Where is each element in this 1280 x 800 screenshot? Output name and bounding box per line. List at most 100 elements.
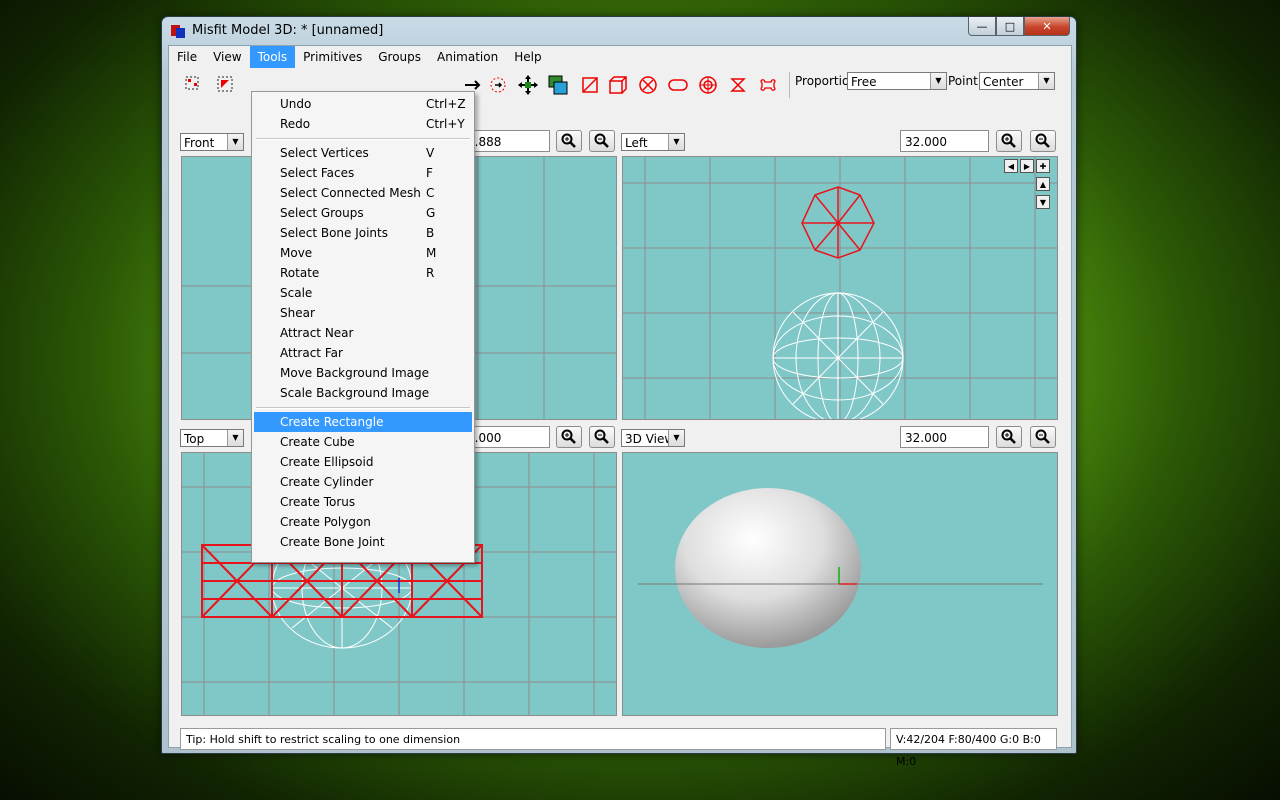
menu-item-select-faces[interactable]: Select Faces F [254, 163, 472, 183]
zoom-out-icon [594, 133, 609, 148]
pan-down-button[interactable]: ▼ [1036, 195, 1050, 209]
left-viewport[interactable]: ◀ ▶ ✚ ▲ ▼ [622, 156, 1058, 420]
menu-help[interactable]: Help [506, 46, 549, 68]
front-zoom-in-button[interactable] [556, 130, 582, 152]
left-zoom-field[interactable]: 32.000 [900, 130, 989, 152]
chevron-down-icon: ▼ [1038, 73, 1054, 89]
left-zoom-out-button[interactable] [1030, 130, 1056, 152]
front-view-select[interactable]: Front ▼ [180, 133, 244, 151]
3d-zoom-in-button[interactable] [996, 426, 1022, 448]
move-4way-icon[interactable] [517, 74, 539, 96]
top-zoom-field[interactable]: 2.000 [462, 426, 550, 448]
menu-view[interactable]: View [205, 46, 249, 68]
menu-item-select-bone-joints[interactable]: Select Bone Joints B [254, 223, 472, 243]
arrow-right-icon: ▶ [1023, 161, 1031, 171]
select-vertices-label: Select Vertices [280, 146, 369, 160]
select-faces-icon[interactable] [215, 74, 237, 96]
left-zoom-in-button[interactable] [996, 130, 1022, 152]
menu-item-select-groups[interactable]: Select Groups G [254, 203, 472, 223]
menu-item-rotate[interactable]: Rotate R [254, 263, 472, 283]
create-cube-icon[interactable] [607, 74, 629, 96]
top-view-select[interactable]: Top ▼ [180, 429, 244, 447]
move-background-image-label: Move Background Image [280, 366, 429, 380]
menu-item-create-rectangle[interactable]: Create Rectangle [254, 412, 472, 432]
left-view-select[interactable]: Left ▼ [621, 133, 685, 151]
undo-label: Undo [280, 97, 312, 111]
front-zoom-field[interactable]: 6.888 [462, 130, 550, 152]
create-cylinder-icon[interactable] [667, 74, 689, 96]
menu-item-create-cylinder[interactable]: Create Cylinder [254, 472, 472, 492]
menu-item-create-cube[interactable]: Create Cube [254, 432, 472, 452]
top-zoom-out-button[interactable] [589, 426, 615, 448]
menu-item-create-bone-joint[interactable]: Create Bone Joint [254, 532, 472, 552]
minimize-button[interactable]: — [968, 17, 996, 36]
proportion-select[interactable]: Free ▼ [847, 72, 947, 90]
create-cylinder-label: Create Cylinder [280, 475, 374, 489]
redo-label: Redo [280, 117, 311, 131]
menu-item-attract-far[interactable]: Attract Far [254, 343, 472, 363]
close-button[interactable]: ✕ [1024, 17, 1070, 36]
tip-status: Tip: Hold shift to restrict scaling to o… [180, 728, 886, 750]
chevron-down-icon: ▼ [227, 134, 243, 150]
create-rectangle-icon[interactable] [579, 74, 601, 96]
maximize-button[interactable]: □ [996, 17, 1024, 36]
menu-item-undo[interactable]: Undo Ctrl+Z [254, 94, 472, 114]
create-polygon-icon[interactable] [727, 74, 749, 96]
polygon-wire [801, 186, 875, 259]
3d-zoom-out-button[interactable] [1030, 426, 1056, 448]
menu-item-select-vertices[interactable]: Select Vertices V [254, 143, 472, 163]
menu-item-move[interactable]: Move M [254, 243, 472, 263]
model-counts-status: V:42/204 F:80/400 G:0 B:0 M:0 [890, 728, 1057, 768]
menu-item-create-ellipsoid[interactable]: Create Ellipsoid [254, 452, 472, 472]
menu-item-select-connected-mesh[interactable]: Select Connected Mesh C [254, 183, 472, 203]
top-zoom-in-button[interactable] [556, 426, 582, 448]
arrow-up-icon: ▲ [1039, 179, 1047, 189]
zoom-in-icon [1001, 429, 1016, 444]
menu-tools[interactable]: Tools [249, 46, 296, 68]
arrow-left-icon: ◀ [1007, 161, 1015, 171]
menu-primitives[interactable]: Primitives [295, 46, 370, 68]
3d-view-select[interactable]: 3D View ▼ [621, 429, 685, 447]
pan-left-button[interactable]: ◀ [1004, 159, 1018, 173]
menu-file[interactable]: File [169, 46, 205, 68]
pan-right-button[interactable]: ▶ [1020, 159, 1034, 173]
title-bar[interactable]: Misfit Model 3D: * [unnamed] — □ ✕ [162, 17, 1076, 45]
select-groups-shortcut: G [426, 206, 436, 220]
tools-menu-dropdown: Undo Ctrl+Z Redo Ctrl+Y Select Vertices V S… [251, 91, 475, 563]
attract-far-label: Attract Far [280, 346, 343, 360]
menu-item-create-torus[interactable]: Create Torus [254, 492, 472, 512]
menu-item-shear[interactable]: Shear [254, 303, 472, 323]
chevron-down-icon: ▼ [930, 73, 946, 89]
menu-item-create-polygon[interactable]: Create Polygon [254, 512, 472, 532]
create-bone-joint-icon[interactable] [757, 74, 779, 96]
menu-item-redo[interactable]: Redo Ctrl+Y [254, 114, 472, 134]
create-torus-label: Create Torus [280, 495, 356, 509]
point-value: Center [983, 75, 1024, 89]
move-label: Move [280, 246, 313, 260]
client-area: File View Tools Primitives Groups Animat… [168, 45, 1072, 768]
create-torus-icon[interactable] [697, 74, 719, 96]
create-ellipsoid-icon[interactable] [637, 74, 659, 96]
left-viewport-grid [623, 157, 1057, 419]
menu-item-attract-near[interactable]: Attract Near [254, 323, 472, 343]
top-view-value: Top [184, 432, 205, 446]
redo-shortcut: Ctrl+Y [426, 117, 465, 131]
menu-item-scale[interactable]: Scale [254, 283, 472, 303]
menu-item-move-background-image[interactable]: Move Background Image [254, 363, 472, 383]
front-view-value: Front [184, 136, 215, 150]
attract-icon[interactable] [487, 74, 509, 96]
chevron-down-icon: ▼ [668, 134, 684, 150]
background-image-icon[interactable] [547, 74, 569, 96]
menu-groups[interactable]: Groups [370, 46, 429, 68]
point-select[interactable]: Center ▼ [979, 72, 1055, 90]
select-faces-shortcut: F [426, 166, 433, 180]
menu-animation[interactable]: Animation [429, 46, 506, 68]
front-zoom-out-button[interactable] [589, 130, 615, 152]
pan-up-button[interactable]: ▲ [1036, 177, 1050, 191]
3d-zoom-field[interactable]: 32.000 [900, 426, 989, 448]
model-counts-text: V:42/204 F:80/400 G:0 B:0 M:0 [896, 733, 1041, 768]
pan-all-button[interactable]: ✚ [1036, 159, 1050, 173]
3d-viewport[interactable] [622, 452, 1058, 716]
menu-item-scale-background-image[interactable]: Scale Background Image [254, 383, 472, 403]
select-vertices-icon[interactable] [183, 74, 205, 96]
